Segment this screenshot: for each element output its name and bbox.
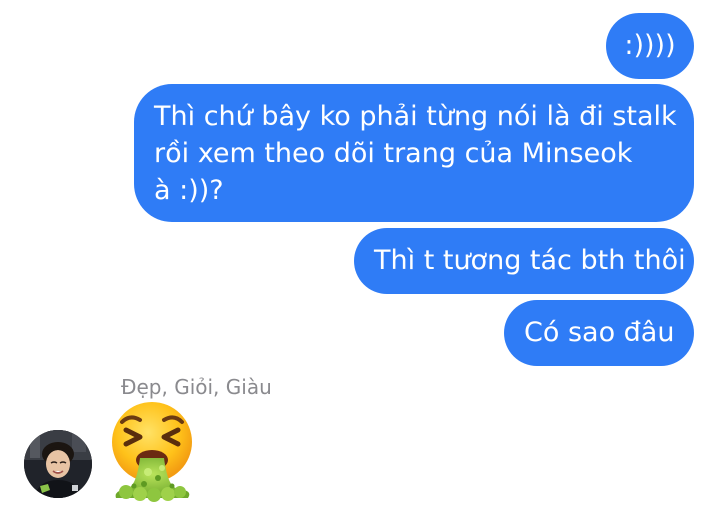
sender-name: Đẹp, Giỏi, Giàu [121, 375, 272, 399]
conversation-view: :)))) Thì chứ bây ko phải từng nói là đi… [0, 0, 720, 517]
message-bubble-outgoing[interactable]: :)))) [606, 13, 694, 79]
message-text: Có sao đâu [524, 317, 675, 348]
message-text-line: à :))? [154, 175, 224, 206]
message-bubble-outgoing[interactable]: Thì chứ bây ko phải từng nói là đi stalk… [134, 84, 694, 222]
message-bubble-outgoing[interactable]: Thì t tương tác bth thôi [354, 228, 694, 294]
avatar-photo [24, 430, 92, 498]
message-text-line: rồi xem theo dõi trang của Minseok [154, 138, 633, 169]
message-text: :)))) [624, 30, 676, 61]
message-text: Thì t tương tác bth thôi [374, 245, 686, 276]
nauseated-vomiting-face-icon [112, 402, 192, 502]
vomiting-face-emoji[interactable] [104, 398, 200, 502]
message-text-line: Thì chứ bây ko phải từng nói là đi stalk [154, 101, 677, 132]
message-bubble-outgoing[interactable]: Có sao đâu [504, 300, 694, 366]
contact-avatar[interactable] [24, 430, 92, 498]
